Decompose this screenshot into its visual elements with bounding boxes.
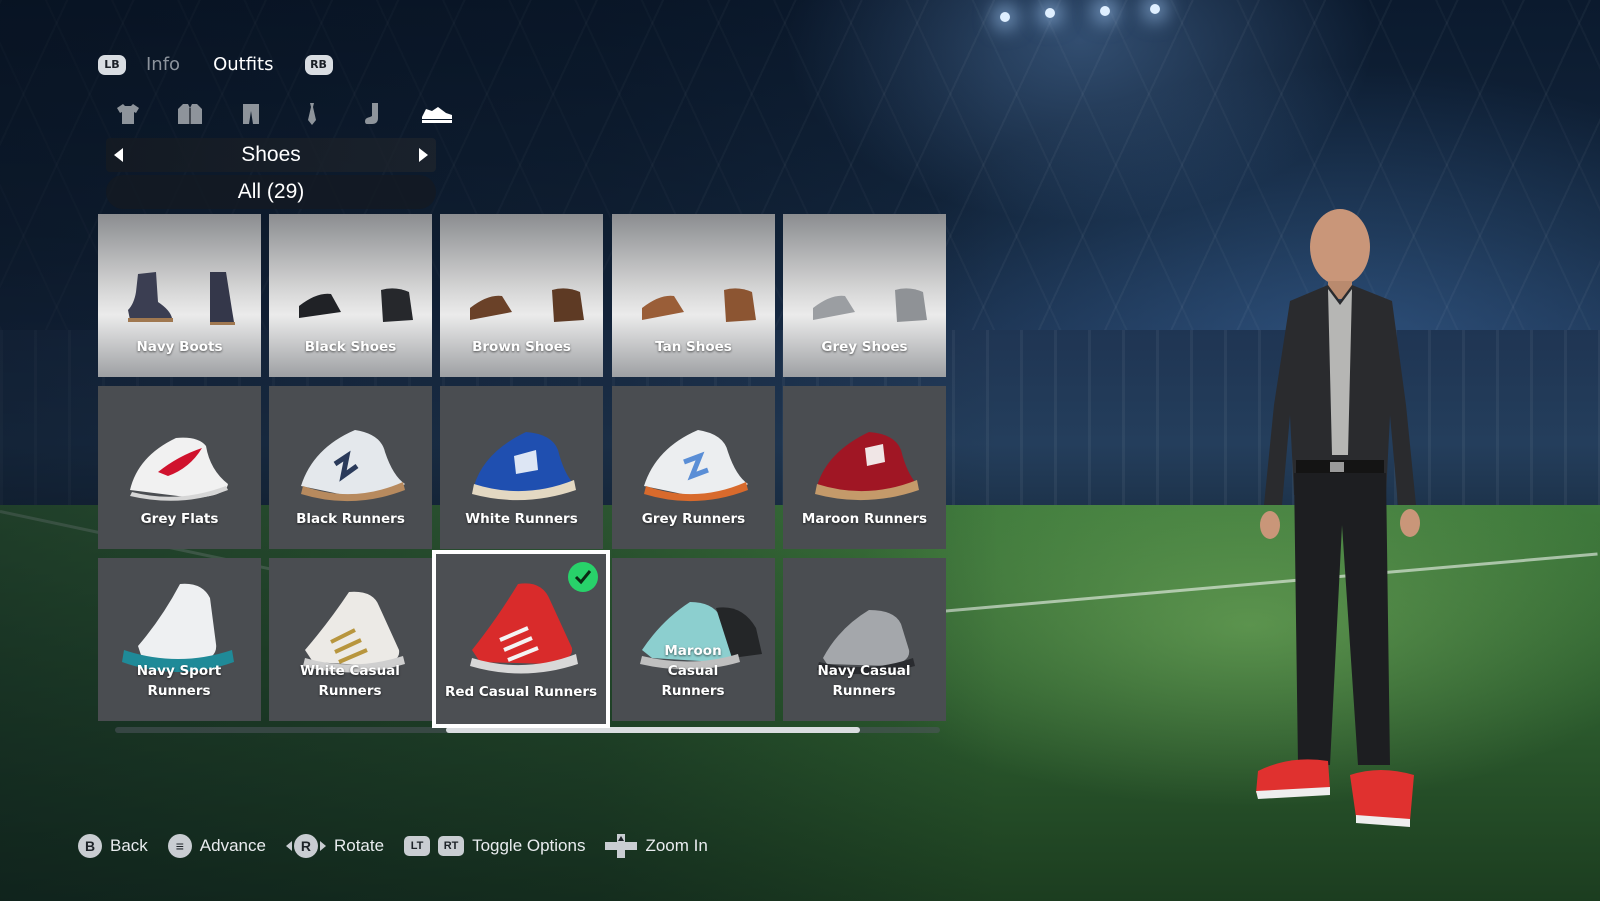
shoe-card-navy-sport-runners[interactable]: Navy Sport Runners <box>98 558 261 721</box>
floodlight <box>1045 8 1055 18</box>
shoe-card-red-casual-runners[interactable]: Red Casual Runners <box>432 550 610 728</box>
category-title: Shoes <box>241 143 301 166</box>
hint-toggle-options[interactable]: LT RT Toggle Options <box>404 836 585 856</box>
category-icon-row <box>110 100 455 130</box>
shoe-card-grey-runners[interactable]: Grey Runners <box>612 386 775 549</box>
shoe-label: Red Casual Runners <box>444 684 598 700</box>
shoe-label: Maroon Runners <box>801 511 928 527</box>
category-selector[interactable]: Shoes <box>106 138 436 172</box>
shoe-card-navy-casual-runners[interactable]: Navy Casual Runners <box>783 558 946 721</box>
shoe-card-black-runners[interactable]: Black Runners <box>269 386 432 549</box>
lt-button-icon: LT <box>404 836 431 856</box>
shoe-grid: Navy Boots Black Shoes Brown Shoes Tan S… <box>98 214 948 728</box>
shoe-label: Navy Sport Runners <box>136 663 222 699</box>
right-stick-icon: R <box>293 834 318 858</box>
tab-outfits[interactable]: Outfits <box>213 54 273 75</box>
b-button-icon: B <box>78 834 102 858</box>
shoe-card-maroon-runners[interactable]: Maroon Runners <box>783 386 946 549</box>
rb-button-icon[interactable]: RB <box>304 54 333 75</box>
shoe-label: Grey Shoes <box>821 339 908 355</box>
arrow-right-icon[interactable] <box>419 148 428 162</box>
floodlight <box>1100 6 1110 16</box>
rotate-right-arrow-icon <box>319 841 326 851</box>
tie-icon[interactable] <box>294 100 330 128</box>
zoom-in-label: Zoom In <box>645 836 708 855</box>
shoe-label: Navy Casual Runners <box>817 663 911 699</box>
manager-avatar <box>1256 209 1420 827</box>
button-hint-bar: B Back ≡ Advance R Rotate LT RT Toggle O… <box>78 834 728 858</box>
shoe-label: Brown Shoes <box>472 339 571 355</box>
shoe-card-tan-shoes[interactable]: Tan Shoes <box>612 214 775 377</box>
scrollbar-thumb[interactable] <box>446 727 860 733</box>
shoe-card-white-casual-runners[interactable]: White Casual Runners <box>269 558 432 721</box>
arrow-left-icon[interactable] <box>114 148 123 162</box>
floodlight <box>1000 12 1010 22</box>
shoe-card-maroon-casual-runners[interactable]: Maroon Casual Runners <box>612 558 775 721</box>
rt-button-icon: RT <box>438 836 465 856</box>
hint-rotate[interactable]: R Rotate <box>285 834 385 858</box>
shoe-label: Black Runners <box>296 511 405 527</box>
jacket-icon[interactable] <box>172 100 208 128</box>
dpad-up-icon <box>605 834 638 858</box>
shoe-label: Grey Flats <box>140 511 219 527</box>
lb-button-icon[interactable]: LB <box>98 54 126 75</box>
shoe-label: White Casual Runners <box>300 663 400 699</box>
shoe-label: White Runners <box>465 511 578 527</box>
filter-count[interactable]: All (29) <box>106 175 436 209</box>
shoe-card-grey-flats[interactable]: Grey Flats <box>98 386 261 549</box>
shoe-label: Maroon Casual Runners <box>661 643 725 699</box>
selected-check-icon <box>568 562 598 592</box>
trousers-icon[interactable] <box>233 100 269 128</box>
shoe-card-black-shoes[interactable]: Black Shoes <box>269 214 432 377</box>
hint-advance[interactable]: ≡ Advance <box>167 834 266 858</box>
rotate-label: Rotate <box>333 836 385 855</box>
shoe-label: Grey Runners <box>641 511 746 527</box>
shoe-label: Navy Boots <box>136 339 223 355</box>
shoe-icon[interactable] <box>417 100 457 128</box>
back-label: Back <box>110 836 148 855</box>
shirt-icon[interactable] <box>110 100 146 128</box>
shoe-card-grey-shoes[interactable]: Grey Shoes <box>783 214 946 377</box>
floodlight <box>1150 4 1160 14</box>
shoe-card-navy-boots[interactable]: Navy Boots <box>98 214 261 377</box>
rotate-left-arrow-icon <box>285 841 292 851</box>
tab-bar: LB Info Outfits RB <box>98 54 333 75</box>
shoe-card-brown-shoes[interactable]: Brown Shoes <box>440 214 603 377</box>
hint-zoom-in[interactable]: Zoom In <box>605 834 708 858</box>
menu-button-icon: ≡ <box>167 834 192 858</box>
tab-info[interactable]: Info <box>146 54 180 75</box>
shoe-label: Black Shoes <box>304 339 397 355</box>
toggle-options-label: Toggle Options <box>472 836 586 855</box>
sock-icon[interactable] <box>356 100 392 128</box>
shoe-card-white-runners[interactable]: White Runners <box>440 386 603 549</box>
hint-back[interactable]: B Back <box>78 834 148 858</box>
shoe-label: Tan Shoes <box>655 339 732 355</box>
advance-label: Advance <box>199 836 266 855</box>
